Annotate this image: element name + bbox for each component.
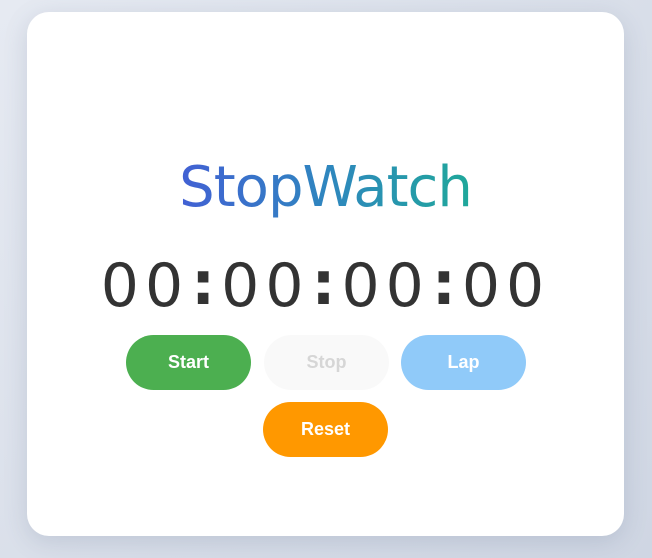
time-separator: :: [431, 249, 456, 319]
stop-button[interactable]: Stop: [264, 335, 389, 390]
reset-button[interactable]: Reset: [263, 402, 388, 457]
start-button[interactable]: Start: [126, 335, 251, 390]
time-separator: :: [311, 249, 336, 319]
stopwatch-card: StopWatch 00 : 00 : 00 : 00 Start Stop L…: [27, 12, 624, 536]
seconds-value: 00: [341, 251, 430, 321]
minutes-value: 00: [221, 251, 310, 321]
time-display: 00 : 00 : 00 : 00: [27, 246, 624, 326]
hours-value: 00: [100, 251, 190, 321]
lap-button[interactable]: Lap: [401, 335, 526, 390]
title-text: StopWatch: [179, 155, 473, 220]
page-title: StopWatch: [27, 150, 624, 226]
centiseconds-value: 00: [461, 251, 551, 321]
time-separator: :: [191, 249, 216, 319]
